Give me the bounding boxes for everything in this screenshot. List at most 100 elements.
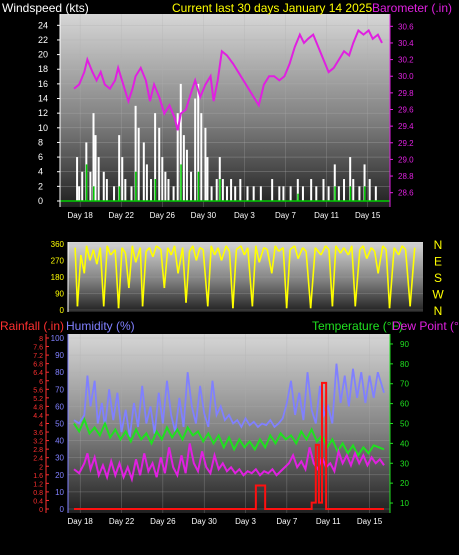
wind-bar xyxy=(190,171,193,201)
x-tick-label: Day 11 xyxy=(314,211,339,220)
gust-bar xyxy=(154,179,157,201)
wind-bar xyxy=(315,186,318,201)
y-tick-label: 14 xyxy=(38,94,48,104)
rainfall-tick-label: 0.4 xyxy=(33,498,43,505)
rainfall-tick-label: 6.4 xyxy=(33,370,43,377)
y-tick-label: 16 xyxy=(38,79,48,89)
y-tick-label: 10 xyxy=(38,123,48,133)
temperature-tick-label: 80 xyxy=(400,360,409,369)
direction-tick-label: 270 xyxy=(51,257,65,266)
y-right-tick-label: 30.2 xyxy=(398,56,414,65)
x-tick-label: Day 26 xyxy=(150,211,176,220)
panel1-background xyxy=(60,14,390,207)
wind-bar xyxy=(121,157,124,201)
y-tick-label: 2 xyxy=(38,181,43,191)
x-tick-label: Day 15 xyxy=(357,517,383,526)
direction-tick-label: 90 xyxy=(55,290,64,299)
gust-bar xyxy=(349,186,352,201)
y-tick-label: 4 xyxy=(38,167,43,177)
temperature-tick-label: 40 xyxy=(400,439,409,448)
x-tick-label: Day 3 xyxy=(234,211,255,220)
temperature-tick-label: 50 xyxy=(400,420,409,429)
y-right-tick-label: 29.4 xyxy=(398,122,414,131)
x-tick-label: Day 18 xyxy=(68,517,94,526)
compass-label: N xyxy=(434,238,443,252)
direction-tick-label: 0 xyxy=(60,306,65,315)
wind-bar xyxy=(81,171,84,201)
wind-bar xyxy=(161,157,164,201)
direction-tick-label: 180 xyxy=(51,273,65,282)
y-right-tick-label: 29.0 xyxy=(398,155,414,164)
wind-bar xyxy=(76,157,79,201)
compass-label: W xyxy=(432,288,444,302)
wind-bar xyxy=(182,135,185,201)
wind-bar xyxy=(137,127,140,201)
wind-bar xyxy=(164,171,167,201)
wind-bar xyxy=(97,157,100,201)
y-right-tick-label: 30.4 xyxy=(398,39,414,48)
y-tick-label: 8 xyxy=(38,137,43,147)
wind-bar xyxy=(310,179,313,201)
y-right-tick-label: 30.6 xyxy=(398,22,414,31)
wind-bar xyxy=(145,164,148,201)
gust-bar xyxy=(135,171,137,201)
wind-bar xyxy=(259,186,262,201)
humidity-tick-label: 80 xyxy=(55,368,64,377)
wind-bar xyxy=(239,179,242,201)
wind-bar xyxy=(167,179,170,201)
rainfall-tick-label: 3.2 xyxy=(33,439,43,446)
y-tick-label: 6 xyxy=(38,152,43,162)
wind-bar xyxy=(94,135,97,201)
wind-bar xyxy=(204,127,207,201)
wind-bar xyxy=(368,179,371,201)
rainfall-tick-label: 4.8 xyxy=(33,404,43,411)
wind-bar xyxy=(172,186,175,201)
chart-title: Current last 30 days January 14 2025 xyxy=(172,1,372,15)
wind-bar xyxy=(289,186,292,201)
x-tick-label: Day 26 xyxy=(150,517,176,526)
y-right-tick-label: 29.6 xyxy=(398,106,414,115)
chart-canvas: 02468101214161820222428.628.829.029.229.… xyxy=(0,1,459,526)
wind-bar xyxy=(358,186,361,201)
rainfall-tick-label: 7.6 xyxy=(33,345,43,352)
gust-bar xyxy=(334,186,336,201)
wind-bar xyxy=(158,127,161,201)
wind-bar xyxy=(130,186,133,201)
gust-bar xyxy=(297,193,299,201)
y-right-tick-label: 29.2 xyxy=(398,139,414,148)
rainfall-tick-label: 4.4 xyxy=(33,413,43,420)
humidity-tick-label: 100 xyxy=(51,334,65,343)
wind-bar xyxy=(337,186,340,201)
x-tick-label: Day 3 xyxy=(235,517,256,526)
y-tick-label: 18 xyxy=(38,64,48,74)
humidity-tick-label: 40 xyxy=(55,437,64,446)
wind-bar xyxy=(102,171,105,201)
rainfall-tick-label: 2 xyxy=(39,464,43,471)
rainfall-tick-label: 0.8 xyxy=(33,490,43,497)
wind-bar xyxy=(78,186,81,201)
wind-bar xyxy=(322,179,325,201)
wind-bar xyxy=(271,179,274,201)
rainfall-tick-label: 8 xyxy=(39,336,43,343)
wind-bar xyxy=(200,113,203,201)
wind-bar xyxy=(327,186,330,201)
compass-label: E xyxy=(434,255,442,269)
rainfall-tick-label: 6 xyxy=(39,379,43,386)
x-tick-label: Day 7 xyxy=(275,211,296,220)
y-tick-label: 12 xyxy=(38,108,48,118)
wind-bar xyxy=(124,179,127,201)
humidity-tick-label: 90 xyxy=(55,351,64,360)
x-tick-label: Day 22 xyxy=(109,517,135,526)
x-tick-label: Day 30 xyxy=(192,517,218,526)
weather-chart-image: 0 2 4 6 8 10 12 14 16 18 20 22 24 28.6 28.8 29.0 29.2 29.… xyxy=(0,0,459,555)
rainfall-tick-label: 0 xyxy=(39,507,43,514)
temperature-tick-label: 30 xyxy=(400,459,409,468)
wind-bar xyxy=(89,171,92,201)
y-right-tick-label: 28.6 xyxy=(398,189,414,198)
gust-bar xyxy=(180,164,182,201)
wind-bar xyxy=(113,186,116,201)
temperature-tick-label: 60 xyxy=(400,400,409,409)
rainfall-tick-label: 6.8 xyxy=(33,362,43,369)
wind-bar xyxy=(234,186,237,201)
temperature-axis-title: Temperature (°F) xyxy=(312,319,403,333)
